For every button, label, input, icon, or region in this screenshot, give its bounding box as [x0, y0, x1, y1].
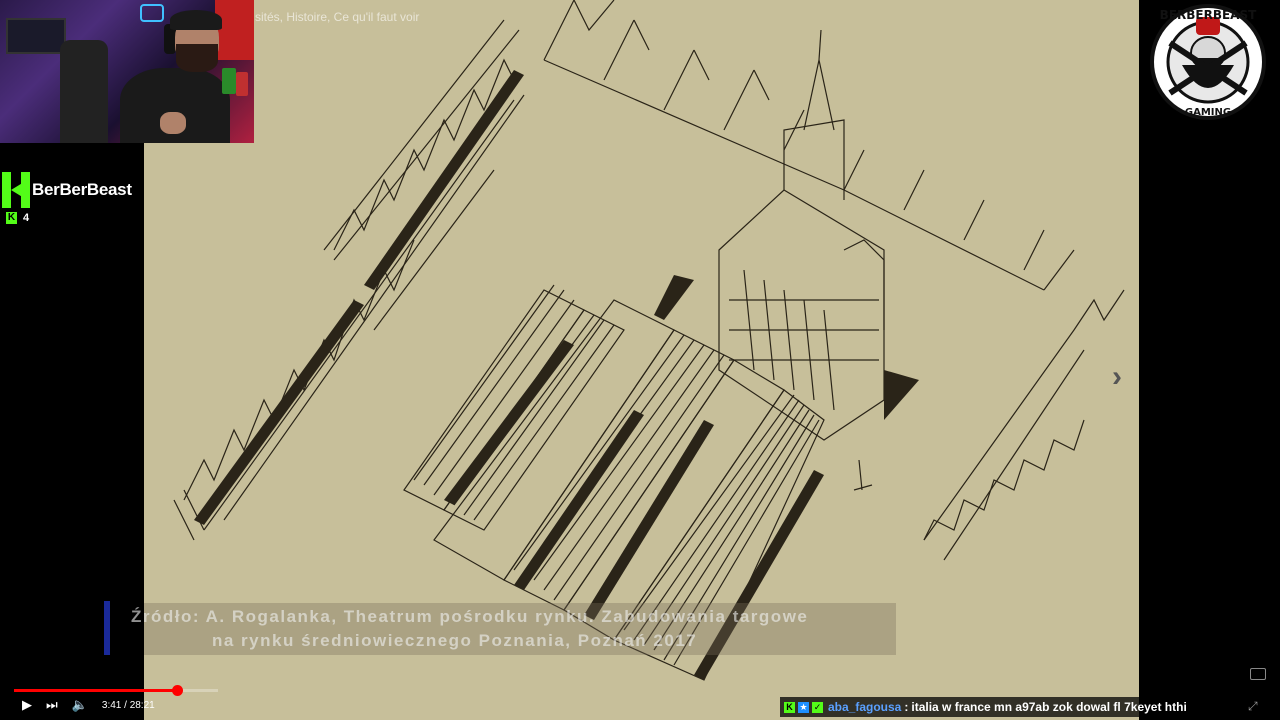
progress-fill — [14, 689, 177, 692]
streamer-cap — [170, 10, 222, 30]
skip-next-icon[interactable]: ⏭ — [46, 698, 58, 712]
chevron-right-icon[interactable]: › — [1112, 360, 1122, 394]
play-icon[interactable]: ▶ — [22, 698, 32, 712]
kick-badge-icon: K — [784, 701, 795, 713]
miniplayer-icon[interactable] — [1250, 668, 1266, 680]
drink-can — [236, 72, 248, 96]
chat-message: K ★ ✓ aba_fagousa : italia w france mn a… — [780, 697, 1240, 717]
viewer-count-value: 4 — [23, 212, 30, 224]
time-display: 3:41 / 28:21 — [101, 699, 155, 711]
drink-can — [222, 68, 236, 94]
monitor-prop — [6, 18, 66, 54]
exit-fullscreen-icon[interactable]: ⤢ — [1248, 699, 1258, 714]
viewer-count: K 4 — [6, 212, 29, 224]
badge-bottom-text: GAMING — [1185, 107, 1231, 118]
progress-scrubber[interactable] — [172, 685, 183, 696]
webcam-overlay — [0, 0, 254, 143]
source-caption: Źródło: A. Rogalanka, Theatrum pośrodku … — [131, 603, 896, 655]
kick-logo-icon — [2, 172, 30, 208]
verified-badge-icon: ✓ — [812, 701, 823, 713]
kick-channel-brand: BerBerBeast — [2, 172, 132, 208]
berberbeast-badge-logo: BERBERBEAST GAMING — [1150, 4, 1266, 120]
neon-sign — [140, 4, 164, 22]
badge-top-text: BERBERBEAST — [1160, 8, 1257, 22]
caption-line-2: na rynku średniowiecznego Poznania, Pozn… — [212, 631, 698, 650]
chat-text: italia w france mn a97ab zok dowal fl 7k… — [911, 700, 1187, 714]
kick-small-icon: K — [6, 212, 17, 224]
caption-line-1: Źródło: A. Rogalanka, Theatrum pośrodku … — [131, 607, 809, 626]
caption-accent-bar — [104, 601, 110, 655]
gaming-chair — [60, 40, 108, 143]
flag-backdrop — [215, 0, 254, 60]
chat-separator: : — [904, 700, 909, 714]
subscriber-badge-icon: ★ — [798, 701, 809, 713]
video-title: sités, Histoire, Ce qu'il faut voir — [255, 10, 420, 24]
channel-name: BerBerBeast — [32, 180, 132, 199]
player-controls: ▶ ⏭ 🔈 3:41 / 28:21 — [22, 698, 155, 712]
volume-icon[interactable]: 🔈 — [72, 698, 88, 712]
streamer-hand — [160, 112, 186, 134]
chat-username[interactable]: aba_fagousa — [828, 700, 901, 714]
streamer-beard — [176, 44, 218, 72]
